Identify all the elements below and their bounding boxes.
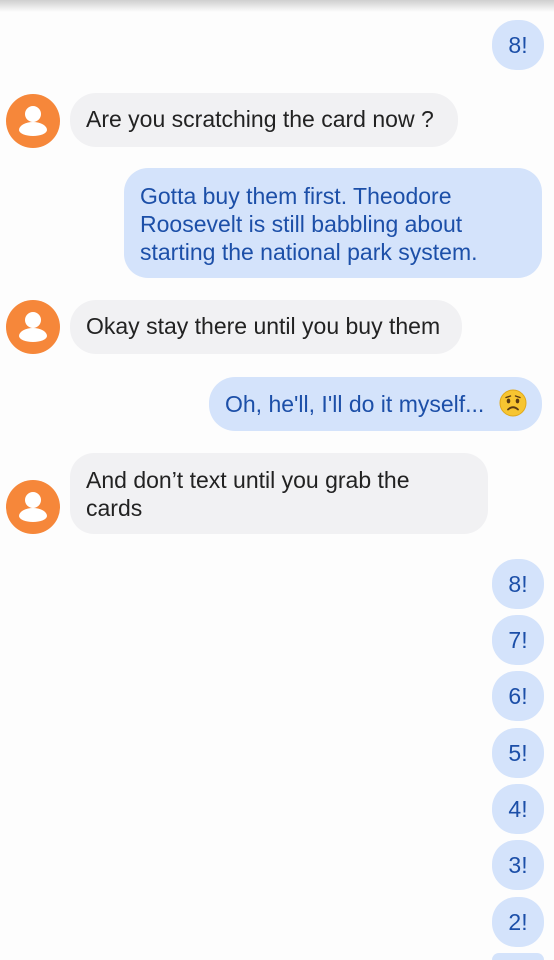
message-text: 5!	[508, 740, 528, 766]
top-app-bar-shadow	[0, 0, 554, 12]
message-text: 8!	[508, 571, 528, 597]
person-icon	[19, 312, 47, 342]
worried-face-icon	[499, 389, 527, 417]
outgoing-message-bubble[interactable]: 3!	[492, 840, 544, 890]
incoming-message-bubble[interactable]: Okay stay there until you buy them	[70, 300, 462, 354]
contact-avatar[interactable]	[6, 94, 60, 148]
message-text: 3!	[508, 852, 528, 878]
outgoing-message-bubble[interactable]: 7!	[492, 615, 544, 665]
message-text: 2!	[508, 909, 528, 935]
contact-avatar[interactable]	[6, 300, 60, 354]
contact-avatar[interactable]	[6, 480, 60, 534]
incoming-message-bubble[interactable]: Are you scratching the card now ?	[70, 93, 458, 147]
outgoing-message-bubble[interactable]: Oh, he'll, I'll do it myself...	[209, 377, 542, 431]
message-text: 4!	[508, 796, 528, 822]
message-text: Oh, he'll, I'll do it myself...	[225, 391, 485, 417]
person-icon	[19, 106, 47, 136]
outgoing-message-bubble[interactable]: 5!	[492, 728, 544, 778]
outgoing-message-bubble[interactable]: 8!	[492, 559, 544, 609]
outgoing-message-bubble[interactable]: 6!	[492, 671, 544, 721]
message-text: 8!	[508, 32, 528, 58]
message-text-line: Gotta buy them first. Theodore	[140, 183, 452, 209]
message-text: Are you scratching the card now ?	[86, 106, 434, 132]
incoming-message-bubble[interactable]: And don’t text until you grab the cards	[70, 453, 488, 534]
message-text: Okay stay there until you buy them	[86, 313, 441, 339]
message-text: 7!	[508, 627, 528, 653]
message-text-line: cards	[86, 495, 143, 521]
outgoing-message-bubble[interactable]: 8!	[492, 20, 544, 70]
message-text: 6!	[508, 683, 528, 709]
message-text-line: Roosevelt is still babbling about	[140, 211, 463, 237]
message-text-line: starting the national park system.	[140, 239, 478, 265]
person-icon	[19, 492, 47, 522]
message-text-line: And don’t text until you grab the	[86, 467, 410, 493]
outgoing-message-bubble[interactable]: 2!	[492, 897, 544, 947]
outgoing-message-bubble[interactable]: 4!	[492, 784, 544, 834]
outgoing-message-bubble[interactable]: Gotta buy them first. Theodore Roosevelt…	[124, 168, 542, 278]
outgoing-message-bubble-partial[interactable]	[492, 953, 544, 960]
